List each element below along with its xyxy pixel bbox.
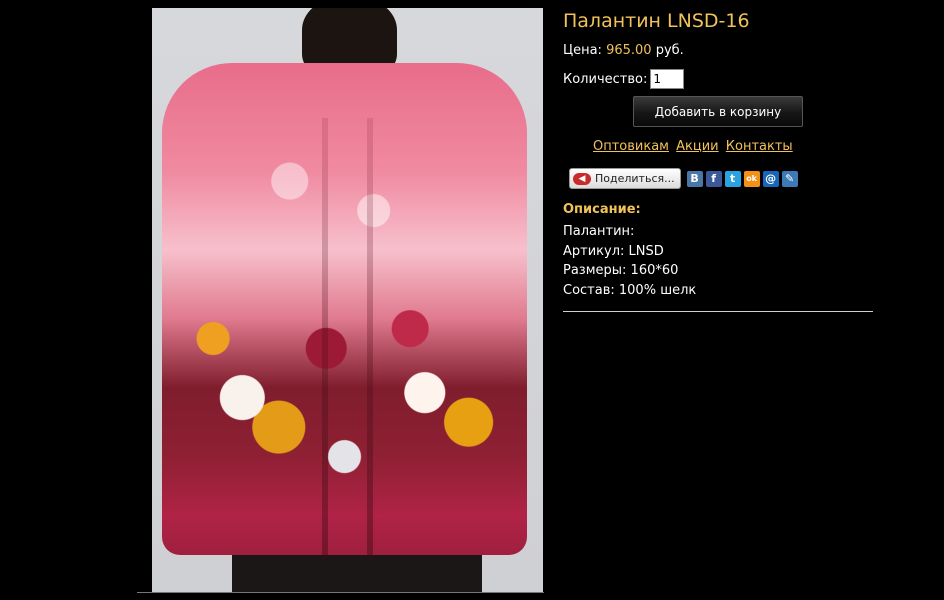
share-icon: ◀ xyxy=(573,172,591,185)
link-promotions[interactable]: Акции xyxy=(676,139,719,154)
product-image[interactable] xyxy=(152,8,543,592)
twitter-icon[interactable]: t xyxy=(724,170,741,187)
quantity-input[interactable] xyxy=(650,69,685,89)
link-contacts[interactable]: Контакты xyxy=(726,139,793,154)
description-line: Артикул: LNSD xyxy=(563,243,664,259)
mail-icon[interactable]: @ xyxy=(762,170,779,187)
price-currency: руб. xyxy=(655,43,684,58)
price-value: 965.00 xyxy=(606,43,652,58)
scarf-floral-print xyxy=(162,63,527,555)
add-to-cart-button[interactable]: Добавить в корзину xyxy=(633,96,803,127)
share-button[interactable]: ◀ Поделиться... xyxy=(569,168,681,189)
price-row: Цена: 965.00 руб. xyxy=(563,43,684,58)
product-title: Палантин LNSD-16 xyxy=(563,10,750,32)
share-bar: ◀ Поделиться... В f t ok @ ✎ xyxy=(569,168,798,189)
quantity-row: Количество: xyxy=(563,69,685,89)
description-divider xyxy=(563,311,873,312)
description-title: Описание: xyxy=(563,202,641,217)
image-divider xyxy=(137,592,544,593)
description-line: Палантин: xyxy=(563,224,635,239)
price-label: Цена: xyxy=(563,43,602,58)
share-button-label: Поделиться... xyxy=(595,172,675,185)
odnoklassniki-icon[interactable]: ok xyxy=(743,170,760,187)
vkontakte-icon[interactable]: В xyxy=(686,170,703,187)
description-line: Размеры: 160*60 xyxy=(563,263,679,278)
description-line: Состав: 100% шелк xyxy=(563,282,697,298)
link-wholesale[interactable]: Оптовикам xyxy=(593,139,669,154)
livejournal-icon[interactable]: ✎ xyxy=(781,170,798,187)
info-links: Оптовикам Акции Контакты xyxy=(593,139,796,154)
scarf-fold xyxy=(367,118,373,558)
facebook-icon[interactable]: f xyxy=(705,170,722,187)
quantity-label: Количество: xyxy=(563,71,648,87)
description-body: Палантин: Артикул: LNSD Размеры: 160*60 … xyxy=(563,222,696,300)
scarf-fold xyxy=(322,118,328,558)
